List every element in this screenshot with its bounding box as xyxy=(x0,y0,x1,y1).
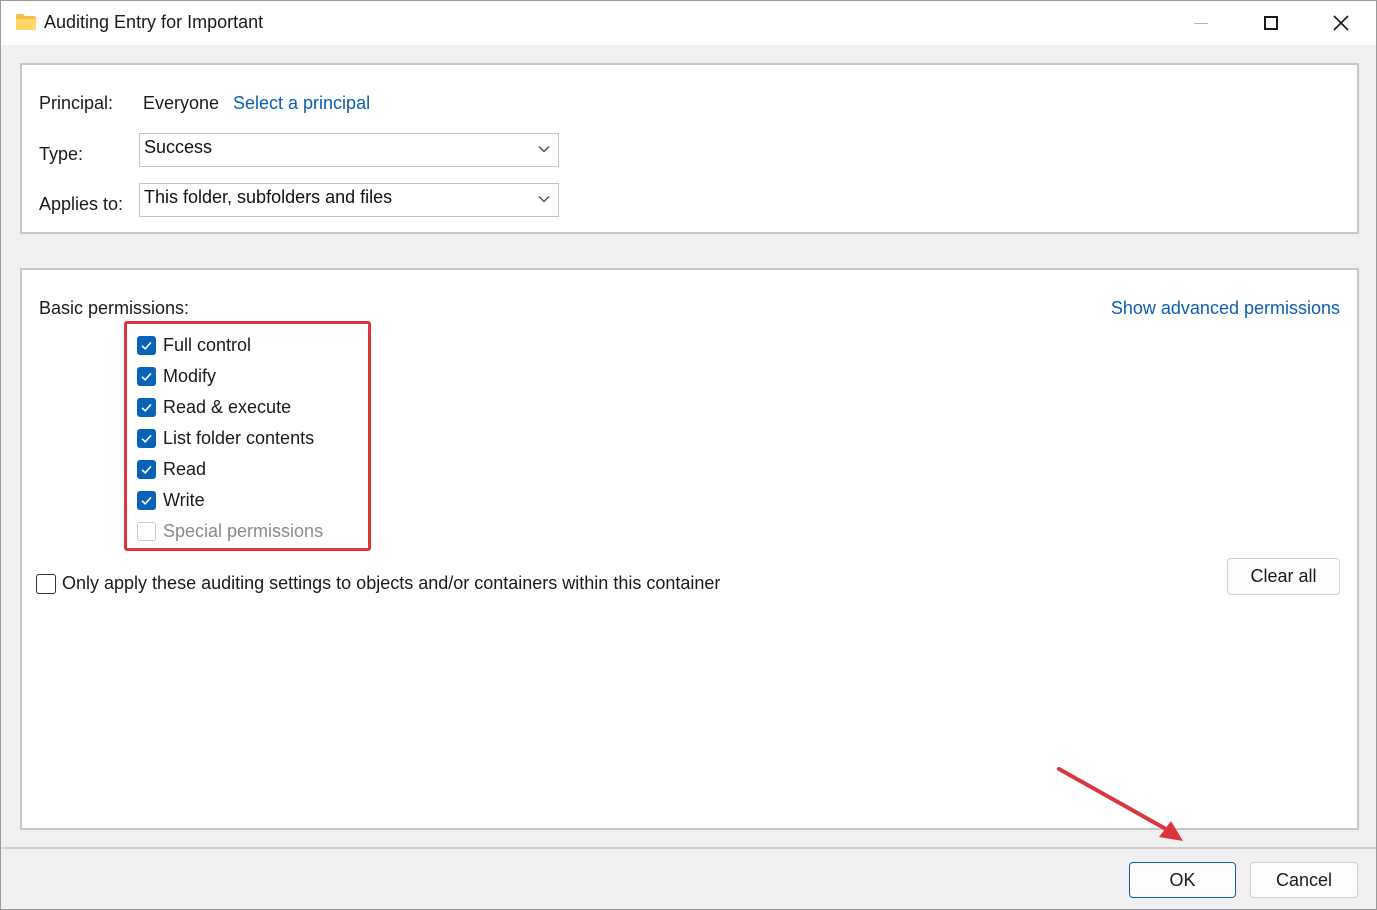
permissions-panel: Basic permissions: Show advanced permiss… xyxy=(20,268,1359,830)
permission-write[interactable]: Write xyxy=(137,488,205,512)
permission-label: Read xyxy=(163,458,207,479)
checkbox-checked[interactable] xyxy=(137,490,156,510)
permission-modify[interactable]: Modify xyxy=(137,364,216,388)
clear-all-button[interactable]: Clear all xyxy=(1227,558,1340,595)
show-advanced-permissions-link[interactable]: Show advanced permissions xyxy=(1111,298,1340,319)
checkmark-icon xyxy=(141,434,152,443)
checkmark-icon xyxy=(141,341,152,350)
select-principal-link[interactable]: Select a principal xyxy=(233,93,370,114)
permission-special: Special permissions xyxy=(137,519,323,543)
checkmark-icon xyxy=(141,496,152,505)
checkmark-icon xyxy=(141,465,152,474)
window-title: Auditing Entry for Important xyxy=(44,12,264,32)
applies-to-label: Applies to: xyxy=(39,194,124,214)
checkbox-checked[interactable] xyxy=(137,366,156,386)
entry-settings-panel: Principal: Everyone Select a principal T… xyxy=(20,63,1359,234)
permission-label: Read & execute xyxy=(163,396,292,417)
cancel-button[interactable]: Cancel xyxy=(1250,862,1358,898)
checkbox-checked[interactable] xyxy=(137,397,156,417)
permission-full-control[interactable]: Full control xyxy=(137,333,251,357)
auditing-entry-dialog: Auditing Entry for Important Principal: … xyxy=(0,0,1377,910)
permission-label: Full control xyxy=(163,334,252,355)
folder-icon xyxy=(16,14,36,30)
principal-value: Everyone xyxy=(143,93,220,113)
permission-label: List folder contents xyxy=(163,427,315,448)
title-bar: Auditing Entry for Important xyxy=(1,1,1376,45)
basic-permissions-heading: Basic permissions: xyxy=(39,298,190,318)
minimize-button[interactable] xyxy=(1166,1,1236,45)
principal-label: Principal: xyxy=(39,93,114,113)
permission-label: Modify xyxy=(163,365,217,386)
applies-to-dropdown[interactable]: This folder, subfolders and files xyxy=(139,183,559,217)
permission-list-folder-contents[interactable]: List folder contents xyxy=(137,426,314,450)
chevron-down-icon xyxy=(538,146,550,153)
permission-label: Special permissions xyxy=(163,520,324,541)
permission-read[interactable]: Read xyxy=(137,457,206,481)
permission-label: Write xyxy=(163,489,205,510)
checkbox-disabled xyxy=(137,521,156,541)
annotation-arrow-icon xyxy=(1057,767,1183,841)
checkbox-checked[interactable] xyxy=(137,459,156,479)
type-label: Type: xyxy=(39,144,84,164)
checkmark-icon xyxy=(141,372,152,381)
close-icon xyxy=(1333,15,1349,31)
only-apply-option[interactable]: Only apply these auditing settings to ob… xyxy=(36,573,720,594)
checkbox-checked[interactable] xyxy=(137,428,156,448)
applies-to-selected-value: This folder, subfolders and files xyxy=(144,187,393,207)
maximize-button[interactable] xyxy=(1236,1,1306,45)
chevron-down-icon xyxy=(538,196,550,203)
only-apply-label: Only apply these auditing settings to ob… xyxy=(62,573,721,593)
close-button[interactable] xyxy=(1306,1,1376,45)
permission-read-execute[interactable]: Read & execute xyxy=(137,395,291,419)
ok-button[interactable]: OK xyxy=(1129,862,1236,898)
checkmark-icon xyxy=(141,403,152,412)
type-selected-value: Success xyxy=(144,137,213,157)
only-apply-checkbox[interactable] xyxy=(36,573,56,594)
type-dropdown[interactable]: Success xyxy=(139,133,559,167)
checkbox-checked[interactable] xyxy=(137,335,156,355)
